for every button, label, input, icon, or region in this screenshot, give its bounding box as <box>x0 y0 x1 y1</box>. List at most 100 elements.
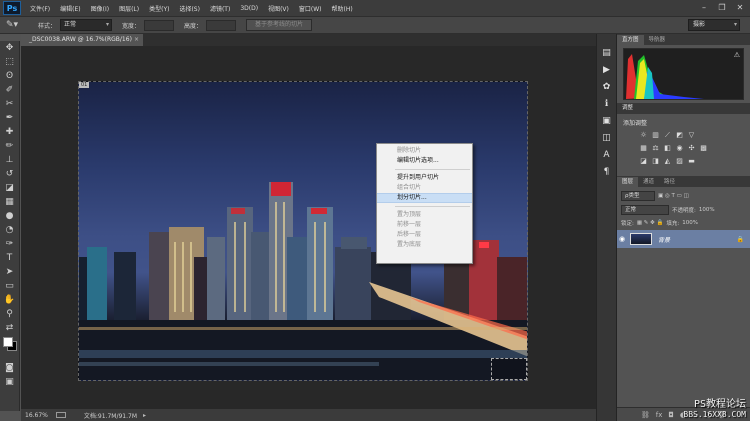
tab-layers[interactable]: 图层 <box>617 177 639 187</box>
color-lookup-icon[interactable]: ▩ <box>699 144 708 153</box>
height-field[interactable] <box>206 19 237 31</box>
hand-tool-icon[interactable]: ✋ <box>0 293 19 307</box>
menu-item-edit-slice-options[interactable]: 编辑切片选项... <box>377 156 472 166</box>
quick-mask-icon[interactable]: ◙ <box>0 361 19 375</box>
history-panel-icon[interactable]: ▤ <box>597 44 616 61</box>
lock-icons[interactable]: ▦ ✎ ✥ 🔒 <box>637 220 664 226</box>
document-tab[interactable]: _DSC0038.ARW @ 16.7%(RGB/16) × <box>21 34 143 46</box>
slice-tool-preset-icon[interactable]: ✎▾ <box>6 18 28 32</box>
menu-layer[interactable]: 图层(L) <box>114 4 144 13</box>
hue-saturation-icon[interactable]: ▦ <box>639 144 648 153</box>
selective-color-icon[interactable]: ▨ <box>675 157 684 166</box>
menu-help[interactable]: 帮助(H) <box>327 4 358 13</box>
blend-mode-select[interactable]: 正常 <box>621 205 669 215</box>
paragraph-panel-icon[interactable]: ¶ <box>597 163 616 180</box>
warning-icon[interactable]: ⚠ <box>734 51 740 59</box>
exposure-icon[interactable]: ◩ <box>675 131 684 140</box>
gradient-map-icon[interactable]: ▬ <box>687 157 696 166</box>
channel-mixer-icon[interactable]: ✣ <box>687 144 696 153</box>
canvas-area[interactable]: 01 <box>21 46 596 409</box>
info-panel-icon[interactable]: ℹ <box>597 95 616 112</box>
tab-navigator[interactable]: 导航器 <box>644 35 671 45</box>
curves-icon[interactable]: ⟋ <box>663 131 672 140</box>
menu-item-send-backward[interactable]: 后移一层 <box>377 230 472 240</box>
menu-file[interactable]: 文件(F) <box>25 4 55 13</box>
lasso-tool-icon[interactable]: ʘ <box>0 69 19 83</box>
minimize-icon[interactable]: – <box>698 2 710 13</box>
slice-tool-icon[interactable]: ✂ <box>0 97 19 111</box>
eyedropper-tool-icon[interactable]: ✒ <box>0 111 19 125</box>
threshold-icon[interactable]: ◭ <box>663 157 672 166</box>
status-menu-arrow-icon[interactable]: ▸ <box>143 412 146 419</box>
menu-select[interactable]: 选择(S) <box>174 4 205 13</box>
menu-window[interactable]: 窗口(W) <box>294 4 327 13</box>
menu-view[interactable]: 视图(V) <box>263 4 294 13</box>
layer-comps-icon[interactable]: ◫ <box>597 129 616 146</box>
menu-item-delete-slice[interactable]: 删除切片 <box>377 146 472 156</box>
character-panel-icon[interactable]: A <box>597 146 616 163</box>
pen-tool-icon[interactable]: ✑ <box>0 237 19 251</box>
eraser-tool-icon[interactable]: ◪ <box>0 181 19 195</box>
style-select[interactable]: 正常 <box>60 19 113 31</box>
workspace-select[interactable]: 摄影 <box>688 19 740 31</box>
restore-icon[interactable]: ❐ <box>716 2 728 13</box>
black-white-icon[interactable]: ◧ <box>663 144 672 153</box>
brush-presets-icon[interactable]: ✿ <box>597 78 616 95</box>
tab-channels[interactable]: 通道 <box>638 177 659 187</box>
status-icon[interactable] <box>55 412 66 418</box>
clone-stamp-tool-icon[interactable]: ⊥ <box>0 153 19 167</box>
width-field[interactable] <box>144 19 175 31</box>
menu-item-promote-user-slice[interactable]: 提升到用户切片 <box>377 173 472 183</box>
brush-tool-icon[interactable]: ✏ <box>0 139 19 153</box>
marquee-tool-icon[interactable]: ⬚ <box>0 55 19 69</box>
menu-item-divide-slice[interactable]: 划分切片... <box>377 193 472 203</box>
levels-icon[interactable]: ▥ <box>651 131 660 140</box>
foreground-color-swatch[interactable] <box>3 337 13 347</box>
actions-panel-icon[interactable]: ▶ <box>597 61 616 78</box>
dodge-tool-icon[interactable]: ◔ <box>0 223 19 237</box>
default-colors-icon[interactable]: ⇄ <box>0 321 19 335</box>
shape-tool-icon[interactable]: ▭ <box>0 279 19 293</box>
opacity-value[interactable]: 100% <box>699 207 715 213</box>
menu-type[interactable]: 类型(Y) <box>144 4 174 13</box>
menu-filter[interactable]: 滤镜(T) <box>205 4 235 13</box>
blur-tool-icon[interactable]: ● <box>0 209 19 223</box>
menu-image[interactable]: 图像(I) <box>86 4 114 13</box>
path-select-tool-icon[interactable]: ➤ <box>0 265 19 279</box>
gradient-tool-icon[interactable]: ▦ <box>0 195 19 209</box>
fill-value[interactable]: 100% <box>682 220 698 226</box>
history-brush-tool-icon[interactable]: ↺ <box>0 167 19 181</box>
visibility-eye-icon[interactable]: ◉ <box>617 235 627 243</box>
menu-item-bring-to-front[interactable]: 置为顶层 <box>377 210 472 220</box>
menu-3d[interactable]: 3D(D) <box>235 5 263 12</box>
photo-filter-icon[interactable]: ◉ <box>675 144 684 153</box>
zoom-level[interactable]: 16.67% <box>25 412 48 419</box>
properties-panel-icon[interactable]: ▣ <box>597 112 616 129</box>
tab-paths[interactable]: 路径 <box>659 177 680 187</box>
invert-icon[interactable]: ◪ <box>639 157 648 166</box>
posterize-icon[interactable]: ◨ <box>651 157 660 166</box>
tab-histogram[interactable]: 直方图 <box>617 35 644 45</box>
type-tool-icon[interactable]: T <box>0 251 19 265</box>
close-document-icon[interactable]: × <box>134 34 139 46</box>
color-balance-icon[interactable]: ⚖ <box>651 144 660 153</box>
slices-from-guides-button[interactable]: 基于参考线的切片 <box>246 19 313 31</box>
filter-icons[interactable]: ▣ ◎ T ▭ ◫ <box>658 193 689 199</box>
menu-item-send-to-back[interactable]: 置为底层 <box>377 240 472 250</box>
brightness-contrast-icon[interactable]: ☼ <box>639 131 648 140</box>
healing-brush-tool-icon[interactable]: ✚ <box>0 125 19 139</box>
close-icon[interactable]: ✕ <box>734 2 746 13</box>
auto-slice-region[interactable] <box>491 358 527 380</box>
menu-item-bring-forward[interactable]: 前移一层 <box>377 220 472 230</box>
link-layers-icon[interactable]: ⛓ <box>641 411 650 419</box>
layer-kind-filter[interactable]: ρ类型 <box>621 191 655 201</box>
move-tool-icon[interactable]: ✥ <box>0 41 19 55</box>
quick-select-tool-icon[interactable]: ✐ <box>0 83 19 97</box>
screen-mode-icon[interactable]: ▣ <box>0 375 19 389</box>
layer-row-background[interactable]: ◉ 背景 🔒 <box>617 230 750 248</box>
menu-edit[interactable]: 编辑(E) <box>55 4 85 13</box>
vibrance-icon[interactable]: ▽ <box>687 131 696 140</box>
menu-item-combine-slices[interactable]: 组合切片 <box>377 183 472 193</box>
zoom-tool-icon[interactable]: ⚲ <box>0 307 19 321</box>
adjustments-tab[interactable]: 调整 <box>617 103 750 114</box>
